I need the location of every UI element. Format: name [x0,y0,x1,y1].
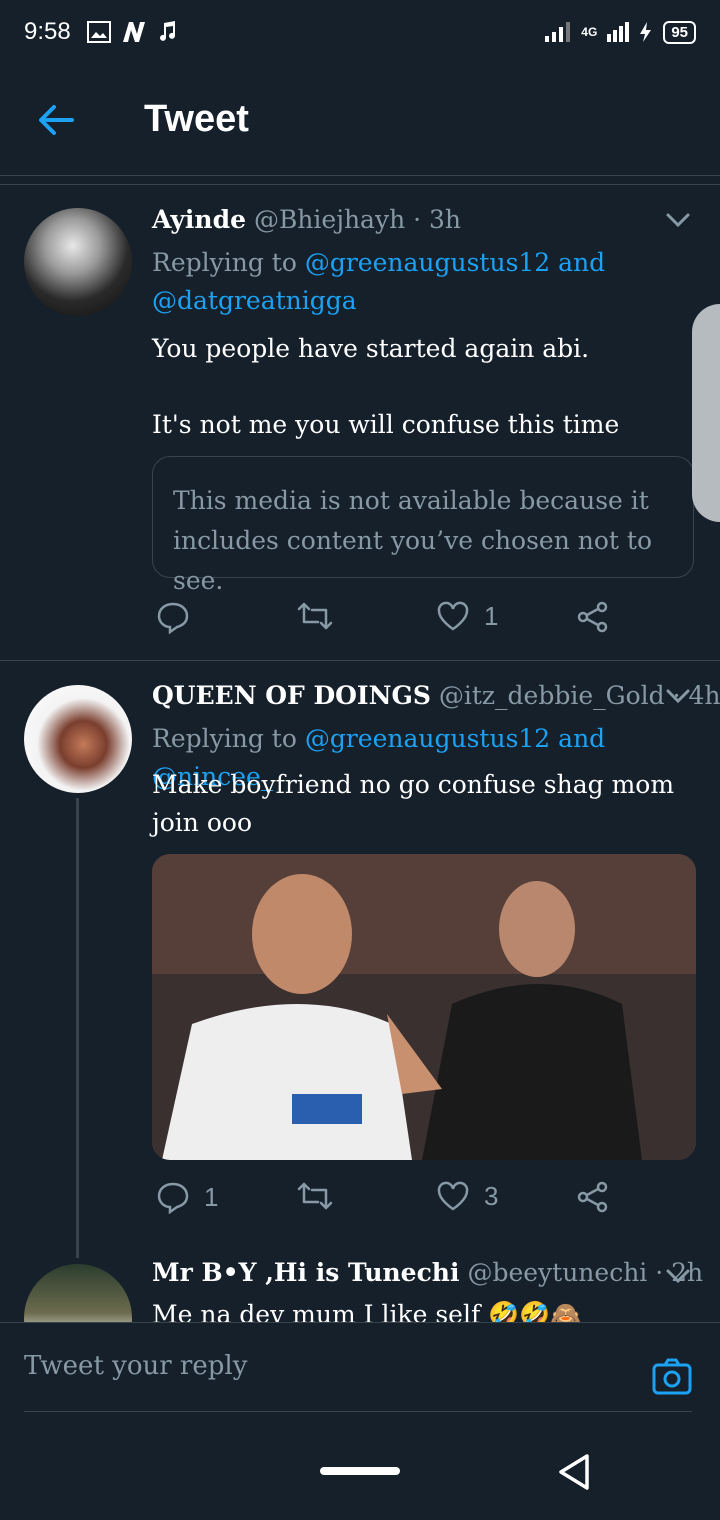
reply-button[interactable]: 1 [156,1180,218,1214]
tweet-text: Me na dey mum I like self 🤣🤣🙈 [152,1300,582,1322]
like-count: 3 [484,1180,499,1211]
share-icon [577,1181,608,1213]
tweet-text: Make boyfriend no go confuse shag mom jo… [152,770,675,837]
avatar[interactable] [24,208,132,316]
tweet-text: You people have started again abi. [152,334,590,363]
app-n-icon [122,22,145,42]
signal-icon [545,22,571,42]
music-icon [159,21,175,41]
mention-link[interactable]: @greenaugustus12 and [305,248,605,277]
thread-line [76,798,79,1258]
signal-icon-2 [607,22,630,42]
replying-label: Replying to [152,248,297,277]
retweet-icon [297,602,333,630]
share-icon [577,601,608,633]
network-type: 4G [581,25,598,39]
heart-icon [437,1181,469,1211]
charging-icon [640,22,652,42]
retweet-button[interactable] [296,600,334,632]
mention-link[interactable]: @datgreatnigga [152,286,357,315]
tweet-partial: Mr B•Y ,Hi is Tunechi @beeytunechi · 2h … [0,1258,720,1322]
chevron-down-icon[interactable] [664,1262,692,1290]
handle-time: @Bhiejhayh · 3h [253,205,462,234]
heart-icon [437,601,469,631]
tweet-actions: 1 3 [152,1180,652,1220]
status-bar: 9:58 4G 95 [0,0,720,64]
share-button[interactable] [576,1180,610,1214]
tweet-actions: 1 [152,600,652,640]
home-gesture-bar[interactable] [320,1467,400,1475]
like-button[interactable]: 3 [436,1180,498,1212]
like-button[interactable]: 1 [436,600,498,632]
back-triangle-icon[interactable] [556,1452,592,1492]
display-name[interactable]: Mr B•Y ,Hi is Tunechi [152,1258,459,1287]
reply-icon [157,1182,189,1214]
display-name[interactable]: Ayinde [152,205,246,234]
status-time: 9:58 [24,18,71,45]
tweet-header: Mr B•Y ,Hi is Tunechi @beeytunechi · 2h [152,1258,703,1287]
chevron-down-icon[interactable] [664,682,692,710]
like-count: 1 [484,600,499,631]
divider [0,184,720,185]
reply-composer: Tweet your reply [0,1322,720,1420]
avatar[interactable] [24,1264,132,1322]
replying-to: Replying to @greenaugustus12 and @datgre… [152,244,605,320]
display-name[interactable]: QUEEN OF DOINGS [152,681,431,710]
page-title: Tweet [144,98,249,140]
camera-icon[interactable] [652,1357,692,1397]
avatar[interactable] [24,685,132,793]
tweet-header: QUEEN OF DOINGS @itz_debbie_Gold · 4h [152,681,720,710]
reply-input[interactable]: Tweet your reply [24,1351,247,1381]
chevron-down-icon[interactable] [664,206,692,234]
photo-illustration [152,854,696,1160]
system-nav-bar [0,1420,720,1520]
tweet-header: Ayinde @Bhiejhayh · 3h [152,205,461,234]
app-bar: Tweet [0,64,720,176]
reply-icon [157,602,189,634]
side-handle[interactable] [692,304,720,522]
retweet-button[interactable] [296,1180,334,1212]
reply-button[interactable] [156,600,190,634]
retweet-icon [297,1182,333,1210]
tweet-photo[interactable] [152,854,696,1160]
battery-level: 95 [663,20,696,44]
divider [24,1411,692,1412]
back-button[interactable] [28,92,84,148]
tweet-text: It's not me you will confuse this time [152,410,620,439]
back-arrow-icon [39,104,74,135]
share-button[interactable] [576,600,610,634]
replying-label: Replying to [152,724,297,753]
gallery-icon [86,21,111,43]
divider [0,660,720,661]
reply-count: 1 [204,1181,219,1212]
media-unavailable-notice[interactable]: This media is not available because it i… [152,456,694,595]
